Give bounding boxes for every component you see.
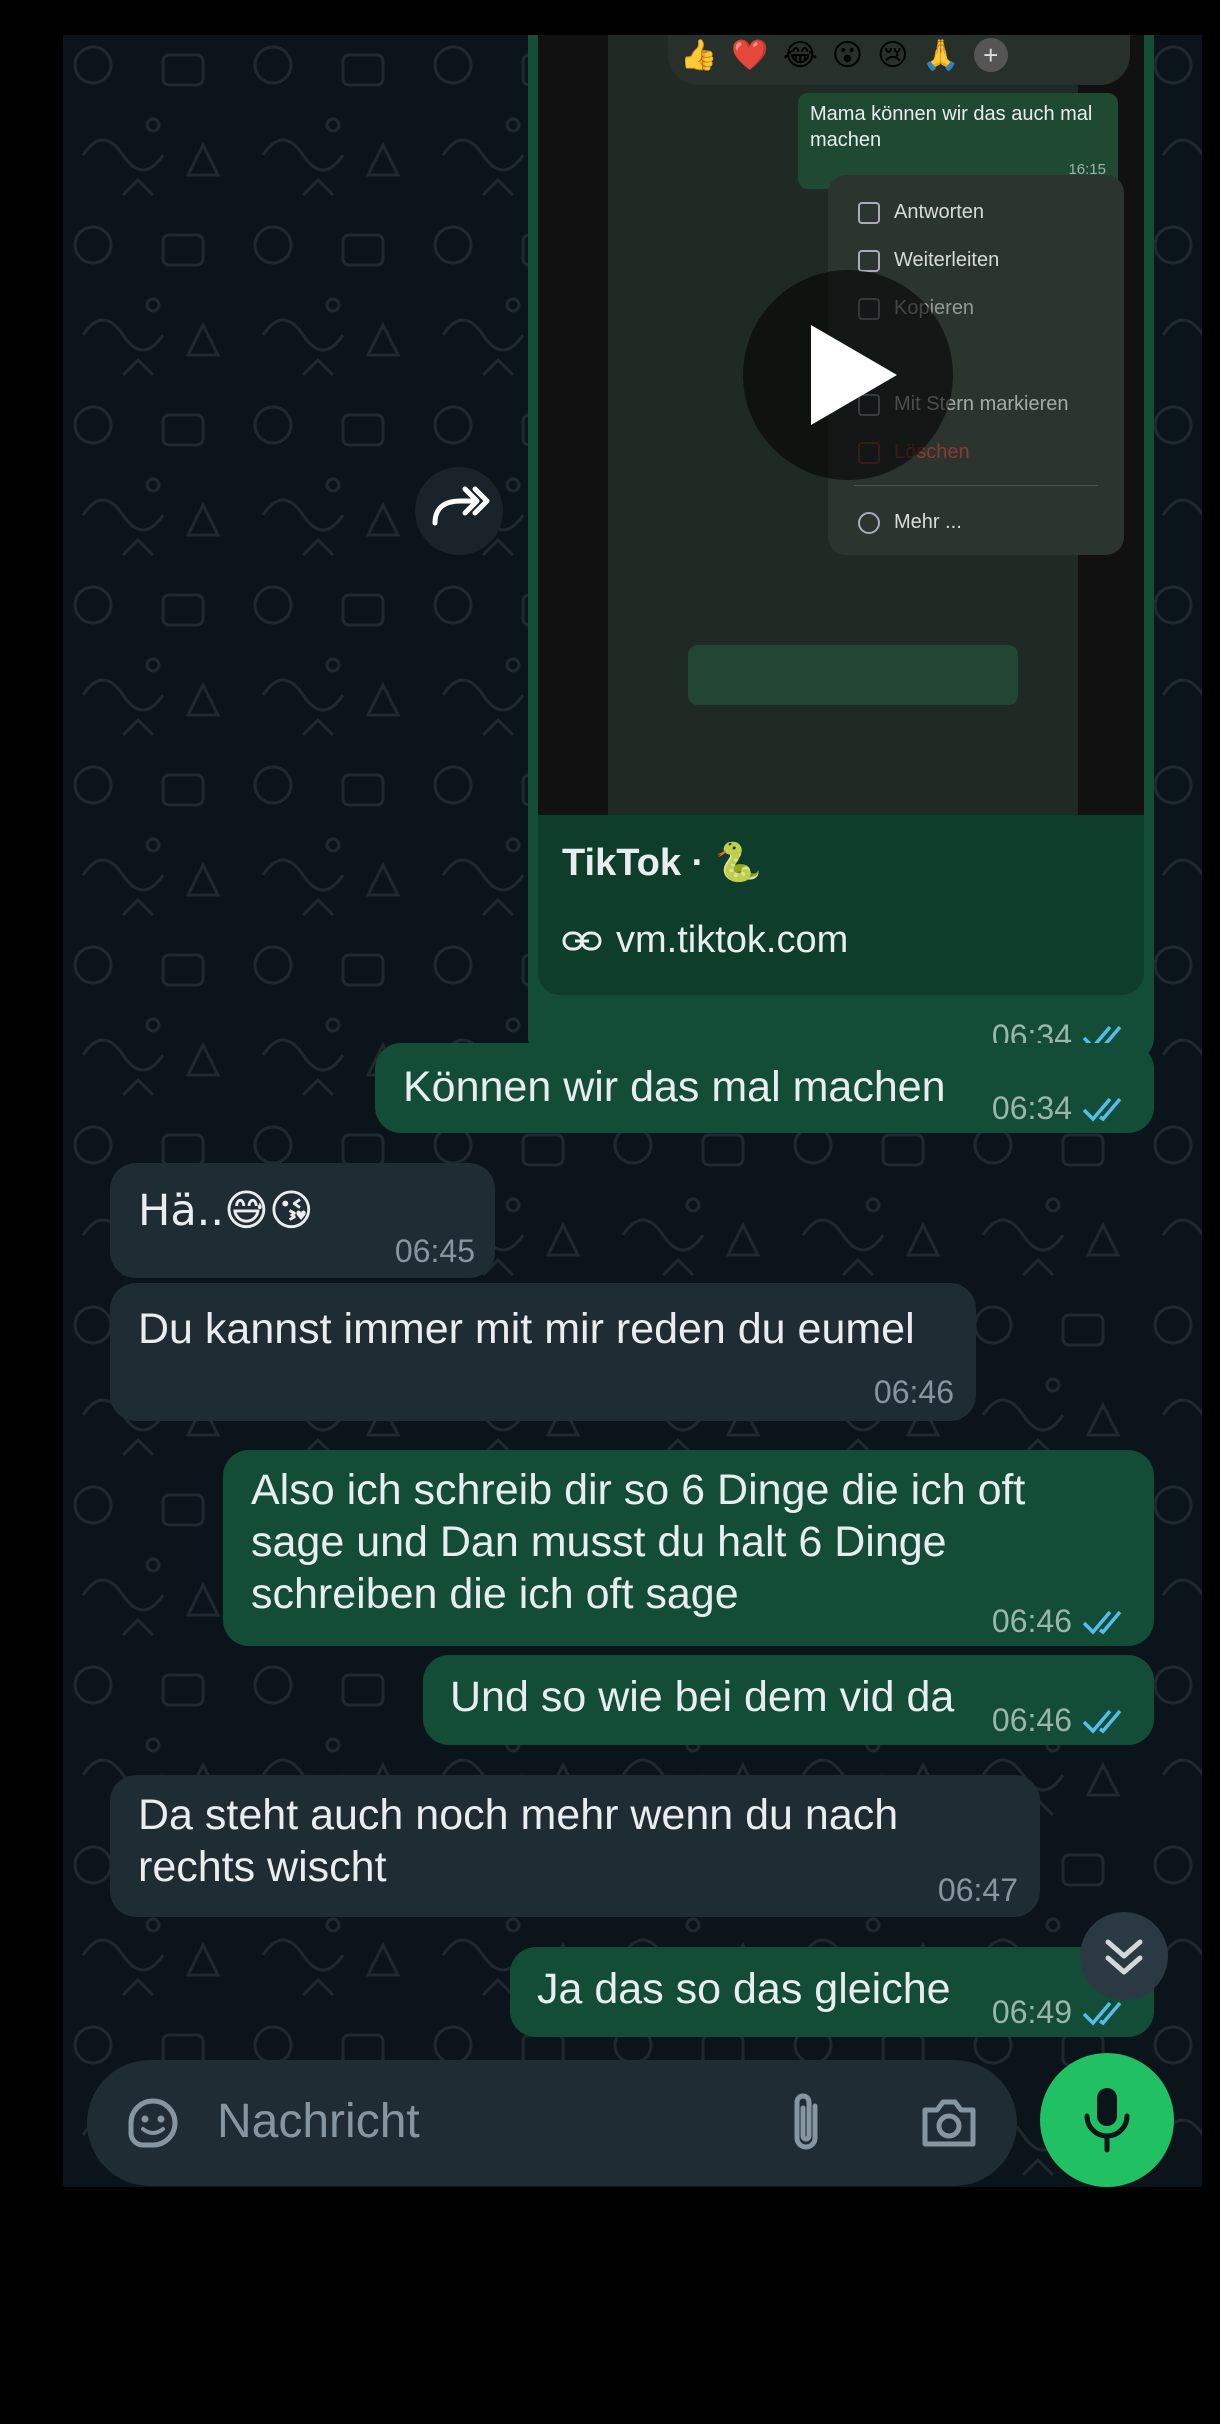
reaction-sad: 😢 (877, 37, 909, 73)
message-time: 06:34 (991, 1090, 1072, 1126)
play-icon (811, 325, 897, 425)
link-title: TikTok · 🐍 (562, 842, 763, 884)
message-text: Ja das so das gleiche (537, 1965, 951, 2013)
message-time: 06:46 (873, 1374, 954, 1410)
outgoing-message[interactable]: Ja das so das gleiche 06:49 (510, 1947, 1154, 2037)
forwarded-video-message[interactable]: 👍 ❤️ 😂 😮 😢 🙏 + Mama können wir das auch … (528, 35, 1154, 1063)
message-time: 06:46 (991, 1702, 1072, 1738)
sticker-icon[interactable] (123, 2093, 183, 2153)
paperclip-icon[interactable] (783, 2090, 829, 2156)
reaction-laugh: 😂 (782, 37, 818, 73)
message-time: 06:46 (991, 1603, 1072, 1639)
message-input[interactable]: Nachricht (217, 2094, 420, 2149)
message-time: 06:47 (937, 1872, 1018, 1908)
share-icon (858, 249, 880, 272)
incoming-message[interactable]: Hä..😅😘 06:45 (110, 1163, 495, 1278)
message-text: Da steht auch noch mehr wenn du nach rec… (138, 1791, 899, 1891)
message-text: Und so wie bei dem vid da (450, 1673, 955, 1721)
message-time: 06:49 (991, 1994, 1072, 2030)
ctx-item-reply: Antworten (858, 201, 984, 224)
ctx-item-forward: Weiterleiten (858, 249, 999, 272)
outgoing-message[interactable]: Also ich schreib dir so 6 Dinge die ich … (223, 1450, 1154, 1646)
message-text: Hä..😅😘 (138, 1186, 314, 1236)
message-meta: 06:45 (395, 1233, 475, 1270)
ctx-item-more: Mehr ... (858, 511, 962, 534)
reply-icon (858, 201, 880, 224)
camera-icon[interactable] (919, 2096, 979, 2150)
message-composer[interactable]: Nachricht (87, 2060, 1017, 2186)
message-meta: 06:46 (992, 1603, 1130, 1640)
message-text: Also ich schreib dir so 6 Dinge die ich … (251, 1466, 1026, 1618)
message-meta: 06:46 (992, 1702, 1130, 1739)
chat-screen: 👍 ❤️ 😂 😮 😢 🙏 + Mama können wir das auch … (63, 35, 1202, 2187)
inner-message-text: Mama können wir das auch mal machen (810, 103, 1093, 151)
scroll-to-bottom-button[interactable] (1080, 1912, 1168, 2000)
reaction-heart: ❤️ (731, 37, 769, 73)
reaction-thumbs-up: 👍 (680, 37, 718, 73)
reaction-pray: 🙏 (922, 37, 960, 73)
message-text: Können wir das mal machen (403, 1063, 946, 1111)
read-ticks-icon (1082, 2001, 1122, 2026)
message-time: 06:45 (394, 1233, 475, 1269)
blurred-bubble (688, 645, 1018, 705)
play-button[interactable] (743, 270, 953, 480)
link-icon (562, 931, 602, 950)
incoming-message[interactable]: Da steht auch noch mehr wenn du nach rec… (110, 1775, 1040, 1917)
message-meta: 06:46 (874, 1374, 954, 1411)
link-preview[interactable]: TikTok · 🐍 vm.tiktok.com (538, 815, 1144, 995)
read-ticks-icon (1082, 1610, 1122, 1635)
forward-button[interactable] (415, 467, 503, 555)
reaction-bar: 👍 ❤️ 😂 😮 😢 🙏 + (668, 35, 1130, 85)
outgoing-message[interactable]: Und so wie bei dem vid da 06:46 (423, 1655, 1154, 1745)
ctx-divider (854, 485, 1098, 486)
read-ticks-icon (1082, 1097, 1122, 1122)
outgoing-message[interactable]: Können wir das mal machen 06:34 (375, 1043, 1154, 1133)
incoming-message[interactable]: Du kannst immer mit mir reden du eumel 0… (110, 1283, 976, 1421)
link-url[interactable]: vm.tiktok.com (562, 919, 848, 962)
voice-message-button[interactable] (1040, 2053, 1174, 2187)
more-icon (858, 511, 880, 534)
video-thumbnail[interactable]: 👍 ❤️ 😂 😮 😢 🙏 + Mama können wir das auch … (538, 35, 1144, 815)
read-ticks-icon (1082, 1709, 1122, 1734)
reaction-wow: 😮 (831, 37, 864, 73)
message-text: Du kannst immer mit mir reden du eumel (138, 1305, 915, 1353)
double-chevron-down-icon (1105, 1939, 1143, 1975)
plus-icon: + (973, 38, 1008, 72)
microphone-icon (1084, 2088, 1130, 2153)
message-meta: 06:47 (938, 1872, 1018, 1909)
link-url-text: vm.tiktok.com (616, 919, 849, 961)
message-meta: 06:34 (992, 1090, 1130, 1127)
forward-icon (432, 486, 490, 526)
